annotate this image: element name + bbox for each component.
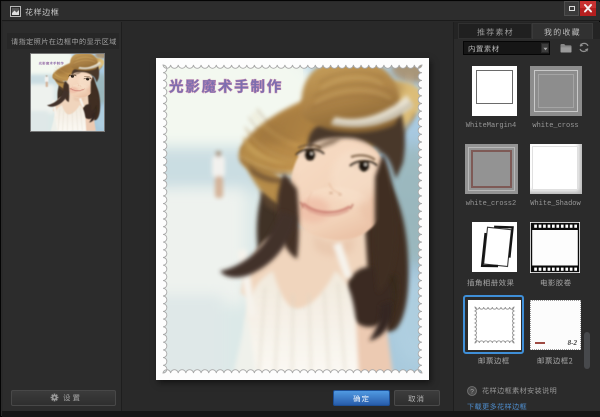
svg-text:?: ? <box>470 388 474 395</box>
